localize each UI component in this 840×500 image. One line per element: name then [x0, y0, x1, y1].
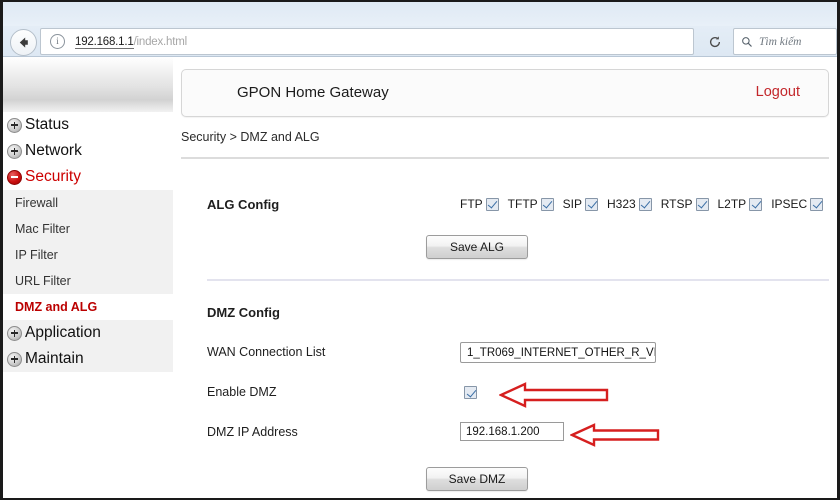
page-title: GPON Home Gateway — [237, 84, 389, 101]
plus-circle-icon[interactable] — [7, 143, 22, 159]
url-text: 192.168.1.1/index.html — [75, 35, 188, 49]
sidebar-item-url-filter[interactable]: URL Filter — [3, 268, 173, 294]
alg-item-ipsec[interactable]: IPSEC — [771, 197, 824, 211]
alg-item-label: L2TP — [717, 197, 747, 211]
sidebar: Status Network Security Firewall Mac Fil… — [3, 57, 173, 498]
dmz-config-label: DMZ Config — [207, 305, 280, 320]
sidebar-menu: Status Network Security Firewall Mac Fil… — [3, 112, 173, 372]
address-bar[interactable]: i 192.168.1.1/index.html — [40, 28, 694, 55]
search-box[interactable]: Tìm kiếm — [733, 28, 837, 55]
sidebar-item-label: Security — [25, 168, 81, 185]
sidebar-bottom-group: Application Maintain — [3, 320, 173, 372]
sidebar-item-label: URL Filter — [15, 274, 71, 288]
enable-dmz-row: Enable DMZ — [207, 382, 829, 413]
sidebar-item-label: Mac Filter — [15, 222, 70, 236]
breadcrumb: Security > DMZ and ALG — [181, 130, 320, 144]
sidebar-item-firewall[interactable]: Firewall — [3, 190, 173, 216]
alg-item-label: H323 — [607, 197, 636, 211]
logout-link[interactable]: Logout — [756, 84, 800, 100]
alg-item-label: SIP — [562, 197, 583, 211]
minus-circle-icon[interactable] — [7, 169, 22, 185]
red-arrow-icon-enable-dmz — [498, 382, 609, 413]
sidebar-item-dmz-and-alg[interactable]: DMZ and ALG — [3, 294, 173, 320]
browser-chrome: i 192.168.1.1/index.html Tìm kiếm — [3, 2, 837, 57]
alg-checkbox-ipsec[interactable] — [810, 197, 824, 211]
sidebar-item-mac-filter[interactable]: Mac Filter — [3, 216, 173, 242]
page-header-panel: GPON Home Gateway Logout — [181, 69, 829, 117]
alg-checkbox-tftp[interactable] — [540, 197, 554, 211]
search-placeholder: Tìm kiếm — [759, 35, 802, 48]
enable-dmz-label: Enable DMZ — [207, 385, 277, 399]
reload-icon — [709, 35, 721, 47]
header-divider — [181, 157, 829, 159]
navigation-toolbar: i 192.168.1.1/index.html Tìm kiếm — [3, 26, 837, 57]
enable-dmz-checkbox[interactable] — [464, 386, 477, 399]
dmz-ip-row: DMZ IP Address 192.168.1.200 — [207, 422, 829, 453]
dmz-config-section: DMZ Config WAN Connection List 1_TR069_I… — [207, 305, 829, 498]
dmz-config-header-row: DMZ Config — [207, 305, 829, 331]
save-dmz-button[interactable]: Save DMZ — [426, 467, 528, 491]
sidebar-item-label: Maintain — [25, 350, 84, 367]
url-path: /index.html — [133, 35, 188, 48]
back-button[interactable] — [10, 29, 37, 56]
alg-item-h323[interactable]: H323 — [607, 197, 652, 211]
sidebar-item-security[interactable]: Security — [3, 164, 173, 190]
dmz-ip-input[interactable]: 192.168.1.200 — [460, 422, 564, 441]
reload-button[interactable] — [701, 28, 729, 55]
sidebar-item-label: Network — [25, 142, 82, 159]
save-alg-button[interactable]: Save ALG — [426, 235, 528, 259]
alg-item-tftp[interactable]: TFTP — [508, 197, 554, 211]
alg-item-label: FTP — [460, 197, 483, 211]
red-arrow-icon-dmz-ip — [569, 422, 660, 453]
alg-checkbox-sip[interactable] — [585, 197, 599, 211]
alg-checkbox-h323[interactable] — [638, 197, 652, 211]
save-dmz-row: Save DMZ — [207, 467, 829, 498]
plus-circle-icon[interactable] — [7, 325, 22, 341]
sidebar-item-label: IP Filter — [15, 248, 58, 262]
info-icon[interactable]: i — [50, 34, 65, 49]
sidebar-subgroup-security: Firewall Mac Filter IP Filter URL Filter — [3, 190, 173, 294]
wan-connection-row: WAN Connection List 1_TR069_INTERNET_OTH… — [207, 342, 829, 371]
back-arrow-icon — [19, 37, 28, 48]
sidebar-item-label: Application — [25, 324, 101, 341]
alg-item-label: TFTP — [507, 197, 538, 211]
search-icon — [741, 36, 753, 48]
wan-connection-select[interactable]: 1_TR069_INTERNET_OTHER_R_VID_ — [460, 342, 656, 363]
alg-config-row: ALG Config FTP TFTP SIP H323 RTSP L2TP I… — [207, 197, 829, 223]
sidebar-item-status[interactable]: Status — [3, 112, 173, 138]
save-alg-row: Save ALG — [207, 235, 829, 273]
plus-circle-icon[interactable] — [7, 351, 22, 367]
alg-item-ftp[interactable]: FTP — [460, 197, 499, 211]
sidebar-item-label: Firewall — [15, 196, 59, 210]
tab-strip — [3, 2, 837, 26]
alg-protocol-list: FTP TFTP SIP H323 RTSP L2TP IPSEC — [460, 197, 824, 211]
sidebar-item-label: DMZ and ALG — [15, 300, 98, 314]
router-page: Status Network Security Firewall Mac Fil… — [3, 57, 837, 498]
dmz-ip-value: 192.168.1.200 — [466, 425, 540, 438]
alg-item-rtsp[interactable]: RTSP — [661, 197, 709, 211]
alg-item-label: RTSP — [660, 197, 693, 211]
alg-config-section: ALG Config FTP TFTP SIP H323 RTSP L2TP I… — [207, 197, 829, 273]
sidebar-item-label: Status — [25, 116, 69, 133]
logo-block — [3, 57, 173, 112]
alg-item-label: IPSEC — [771, 197, 808, 211]
sidebar-item-ip-filter[interactable]: IP Filter — [3, 242, 173, 268]
dmz-ip-label: DMZ IP Address — [207, 425, 298, 439]
alg-item-sip[interactable]: SIP — [562, 197, 599, 211]
content-area: GPON Home Gateway Logout Security > DMZ … — [173, 57, 837, 498]
sidebar-item-application[interactable]: Application — [3, 320, 173, 346]
alg-checkbox-ftp[interactable] — [485, 197, 499, 211]
alg-config-label: ALG Config — [207, 197, 280, 212]
wan-connection-label: WAN Connection List — [207, 345, 326, 359]
url-host: 192.168.1.1 — [75, 35, 134, 49]
alg-checkbox-rtsp[interactable] — [695, 197, 709, 211]
plus-circle-icon[interactable] — [7, 117, 22, 133]
wan-connection-value: 1_TR069_INTERNET_OTHER_R_VID_ — [467, 346, 656, 359]
alg-checkbox-l2tp[interactable] — [749, 197, 763, 211]
section-divider — [207, 279, 829, 281]
browser-window: i 192.168.1.1/index.html Tìm kiếm Status… — [0, 0, 840, 500]
sidebar-item-network[interactable]: Network — [3, 138, 173, 164]
sidebar-item-maintain[interactable]: Maintain — [3, 346, 173, 372]
alg-item-l2tp[interactable]: L2TP — [718, 197, 763, 211]
